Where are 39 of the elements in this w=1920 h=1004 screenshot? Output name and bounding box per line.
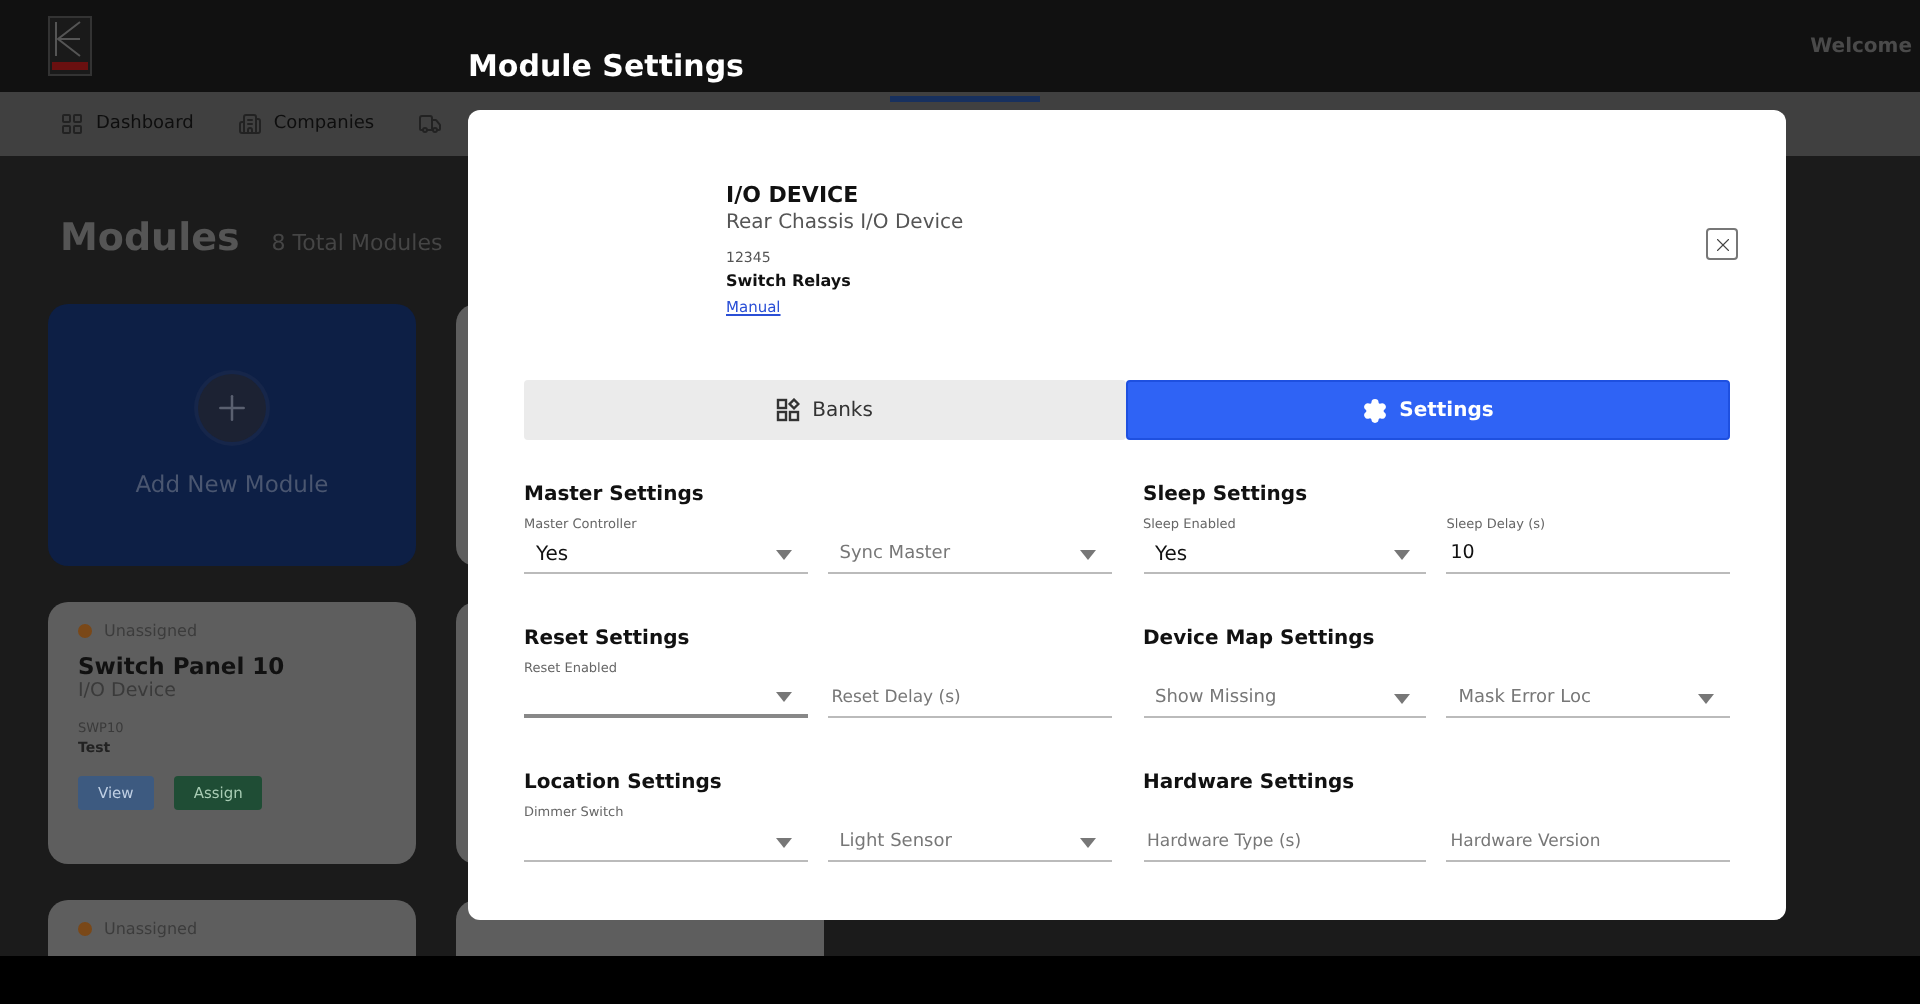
input-field[interactable]: Hardware Version [1446, 823, 1730, 862]
section-title: Reset Settings [524, 628, 692, 650]
caret-icon [1698, 693, 1714, 703]
caret-icon [1394, 549, 1411, 559]
caret-icon [775, 549, 792, 559]
section-title: Sleep Settings [1143, 484, 1310, 506]
select-field[interactable]: Light Sensor [827, 804, 1111, 862]
welcome-text: Welcome [1810, 36, 1912, 58]
select-field[interactable]: Sync Master [827, 516, 1111, 574]
select-field[interactable]: Mask Error Loc [1446, 660, 1730, 718]
device-kind: I/O DEVICE [726, 182, 859, 208]
modal-title: Module Settings [468, 48, 744, 84]
section-title: Location Settings [524, 772, 724, 794]
input-field[interactable]: Reset Delay (s) [827, 679, 1111, 718]
caret-icon [775, 837, 792, 847]
page-title: Modules [60, 216, 240, 260]
section-title: Device Map Settings [1143, 628, 1377, 650]
logo-icon [48, 16, 92, 76]
device-category: Switch Relays [726, 272, 851, 290]
grid-icon [60, 112, 84, 136]
caret-icon [1079, 837, 1095, 847]
tab[interactable]: Settings [1125, 380, 1730, 440]
select-field[interactable]: Show Missing [1143, 660, 1427, 718]
add-icon [198, 373, 266, 441]
section-title: Hardware Settings [1143, 772, 1357, 794]
tab[interactable]: Banks [524, 380, 1125, 440]
settings-icon [1361, 397, 1388, 423]
input-field[interactable]: Hardware Type (s) [1143, 823, 1427, 862]
input-field[interactable]: 10 [1446, 535, 1730, 574]
shapes-icon [776, 398, 801, 422]
caret-icon [1079, 549, 1095, 559]
caret-icon [1394, 693, 1411, 703]
section-title: Master Settings [524, 484, 706, 506]
close-icon [1711, 233, 1733, 255]
device-name: Rear Chassis I/O Device [726, 212, 964, 234]
caret-icon [775, 691, 792, 701]
building-icon [237, 112, 262, 136]
close-button[interactable] [1706, 228, 1738, 260]
module-name: Switch Panel 10 [78, 652, 285, 680]
